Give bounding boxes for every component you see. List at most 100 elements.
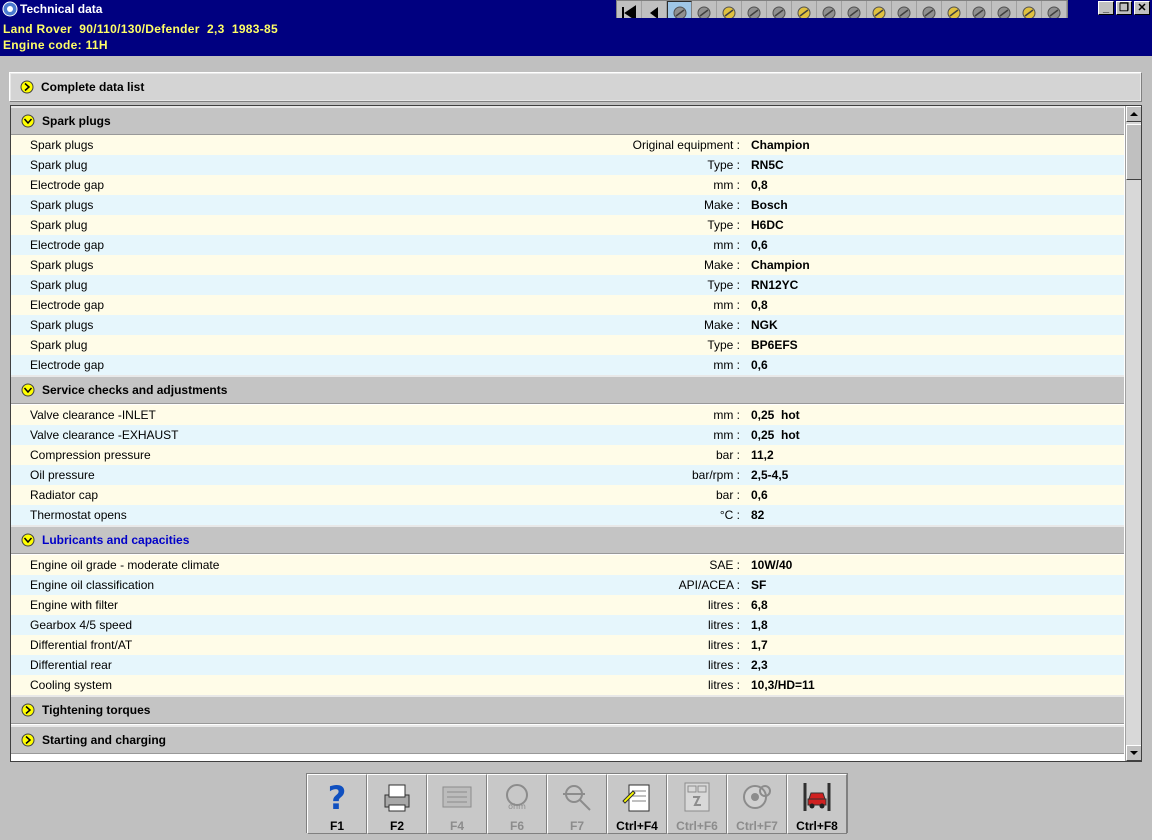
table-row: Electrode gap mm : 0,8 [11,295,1124,315]
row-unit: bar : [715,448,740,462]
close-button[interactable]: ✕ [1134,1,1150,15]
row-description: Electrode gap [30,238,105,252]
scroll-thumb[interactable] [1126,124,1141,180]
fkey-label: Ctrl+F8 [796,819,838,833]
group-lubricants[interactable]: Lubricants and capacities [11,525,1124,554]
window-controls: _ ❐ ✕ [1098,1,1150,15]
table-row: Valve clearance -EXHAUST mm : 0,25 hot [11,425,1124,445]
row-unit: mm : [713,298,740,312]
fkey-f7-button[interactable]: F7 [547,774,607,834]
svg-text:ohm: ohm [508,802,526,811]
group-label: Spark plugs [42,114,111,128]
table-row: Spark plug Type : RN5C [11,155,1124,175]
group-spark-plugs[interactable]: Spark plugs [11,106,1124,135]
row-description: Engine oil grade - moderate climate [30,558,220,572]
table-row: Spark plug Type : RN12YC [11,275,1124,295]
row-value: RN12YC [751,278,799,292]
group-tightening-torques[interactable]: Tightening torques [11,695,1124,724]
row-description: Differential rear [30,658,112,672]
title-bar: Technical data _ ❐ ✕ [0,0,1152,25]
fkey-f6-button[interactable]: ohm F6 [487,774,547,834]
fkey-f1-button[interactable]: ? F1 [307,774,367,834]
table-row: Electrode gap mm : 0,6 [11,355,1124,375]
vertical-scrollbar[interactable] [1125,106,1141,761]
row-description: Engine with filter [30,598,119,612]
group-starting-charging[interactable]: Starting and charging [11,725,1124,754]
circuit-icon [684,782,710,812]
fkey-label: Ctrl+F7 [736,819,778,833]
table-row: Radiator cap bar : 0,6 [11,485,1124,505]
fkey-label: Ctrl+F6 [676,819,718,833]
row-unit: mm : [713,178,740,192]
row-unit: Original equipment : [632,138,740,152]
table-row: Engine oil grade - moderate climate SAE :… [11,555,1124,575]
row-value: 0,6 [751,488,768,502]
row-unit: mm : [713,408,740,422]
chevron-down-icon [21,114,35,128]
complete-data-list-bar[interactable]: Complete data list [9,72,1142,102]
row-value: Champion [751,138,810,152]
row-value: BP6EFS [751,338,798,352]
wheel-search-icon [743,785,771,809]
row-value: 0,8 [751,298,768,312]
row-value: 1,8 [751,618,768,632]
table-row: Electrode gap mm : 0,8 [11,175,1124,195]
row-unit: litres : [707,618,740,632]
fkey-ctrl-f4-button[interactable]: Ctrl+F4 [607,774,667,834]
row-unit: litres : [707,598,740,612]
notes-icon [622,784,650,812]
row-value: 10,3/HD=11 [751,678,815,692]
table-row: Compression pressure bar : 11,2 [11,445,1124,465]
row-description: Cooling system [30,678,113,692]
group-label: Service checks and adjustments [42,383,228,397]
fkey-label: Ctrl+F4 [616,819,658,833]
table-row: Cooling system litres : 10,3/HD=11 [11,675,1124,695]
row-unit: litres : [707,678,740,692]
row-value: 10W/40 [751,558,793,572]
chevron-down-icon [21,383,35,397]
fkey-label: F4 [449,819,464,833]
row-description: Differential front/AT [30,638,133,652]
row-description: Spark plugs [30,198,94,212]
svg-text:?: ? [328,779,347,815]
group-service-checks[interactable]: Service checks and adjustments [11,375,1124,404]
fkey-label: F6 [509,819,524,833]
table-row: Gearbox 4/5 speed litres : 1,8 [11,615,1124,635]
table-row: Spark plugs Make : NGK [11,315,1124,335]
table-row: Oil pressure bar/rpm : 2,5-4,5 [11,465,1124,485]
fkey-ctrl-f6-button[interactable]: Ctrl+F6 [667,774,727,834]
fkey-ctrl-f8-button[interactable]: Ctrl+F8 [787,774,847,834]
fkey-f2-button[interactable]: F2 [367,774,427,834]
minimize-button[interactable]: _ [1098,1,1114,15]
row-unit: bar/rpm : [691,468,740,482]
row-value: 2,5-4,5 [751,468,789,482]
table-row: Differential front/AT litres : 1,7 [11,635,1124,655]
row-unit: Type : [707,158,740,172]
row-value: 0,6 [751,238,768,252]
row-value: SF [751,578,767,592]
restore-button[interactable]: ❐ [1116,1,1132,15]
complete-data-list-label: Complete data list [41,80,145,94]
scroll-down-button[interactable] [1126,745,1141,761]
row-unit: mm : [713,428,740,442]
chevron-right-icon [21,733,35,747]
fkey-ctrl-f7-button[interactable]: Ctrl+F7 [727,774,787,834]
row-description: Spark plugs [30,318,94,332]
table-row: Spark plug Type : BP6EFS [11,335,1124,355]
scroll-up-button[interactable] [1126,106,1141,122]
row-value: 0,6 [751,358,768,372]
row-value: RN5C [751,158,784,172]
group-label: Tightening torques [42,703,151,717]
row-unit: Make : [703,258,740,272]
row-unit: mm : [713,238,740,252]
row-unit: Type : [707,218,740,232]
help-icon: ? [328,779,347,815]
row-description: Valve clearance -INLET [30,408,156,422]
fkey-f4-button[interactable]: F4 [427,774,487,834]
fkey-label: F2 [389,819,404,833]
table-row: Engine oil classification API/ACEA : SF [11,575,1124,595]
row-description: Electrode gap [30,178,105,192]
row-unit: Type : [707,278,740,292]
row-value: 2,3 [751,658,768,672]
search-icon [563,785,591,811]
